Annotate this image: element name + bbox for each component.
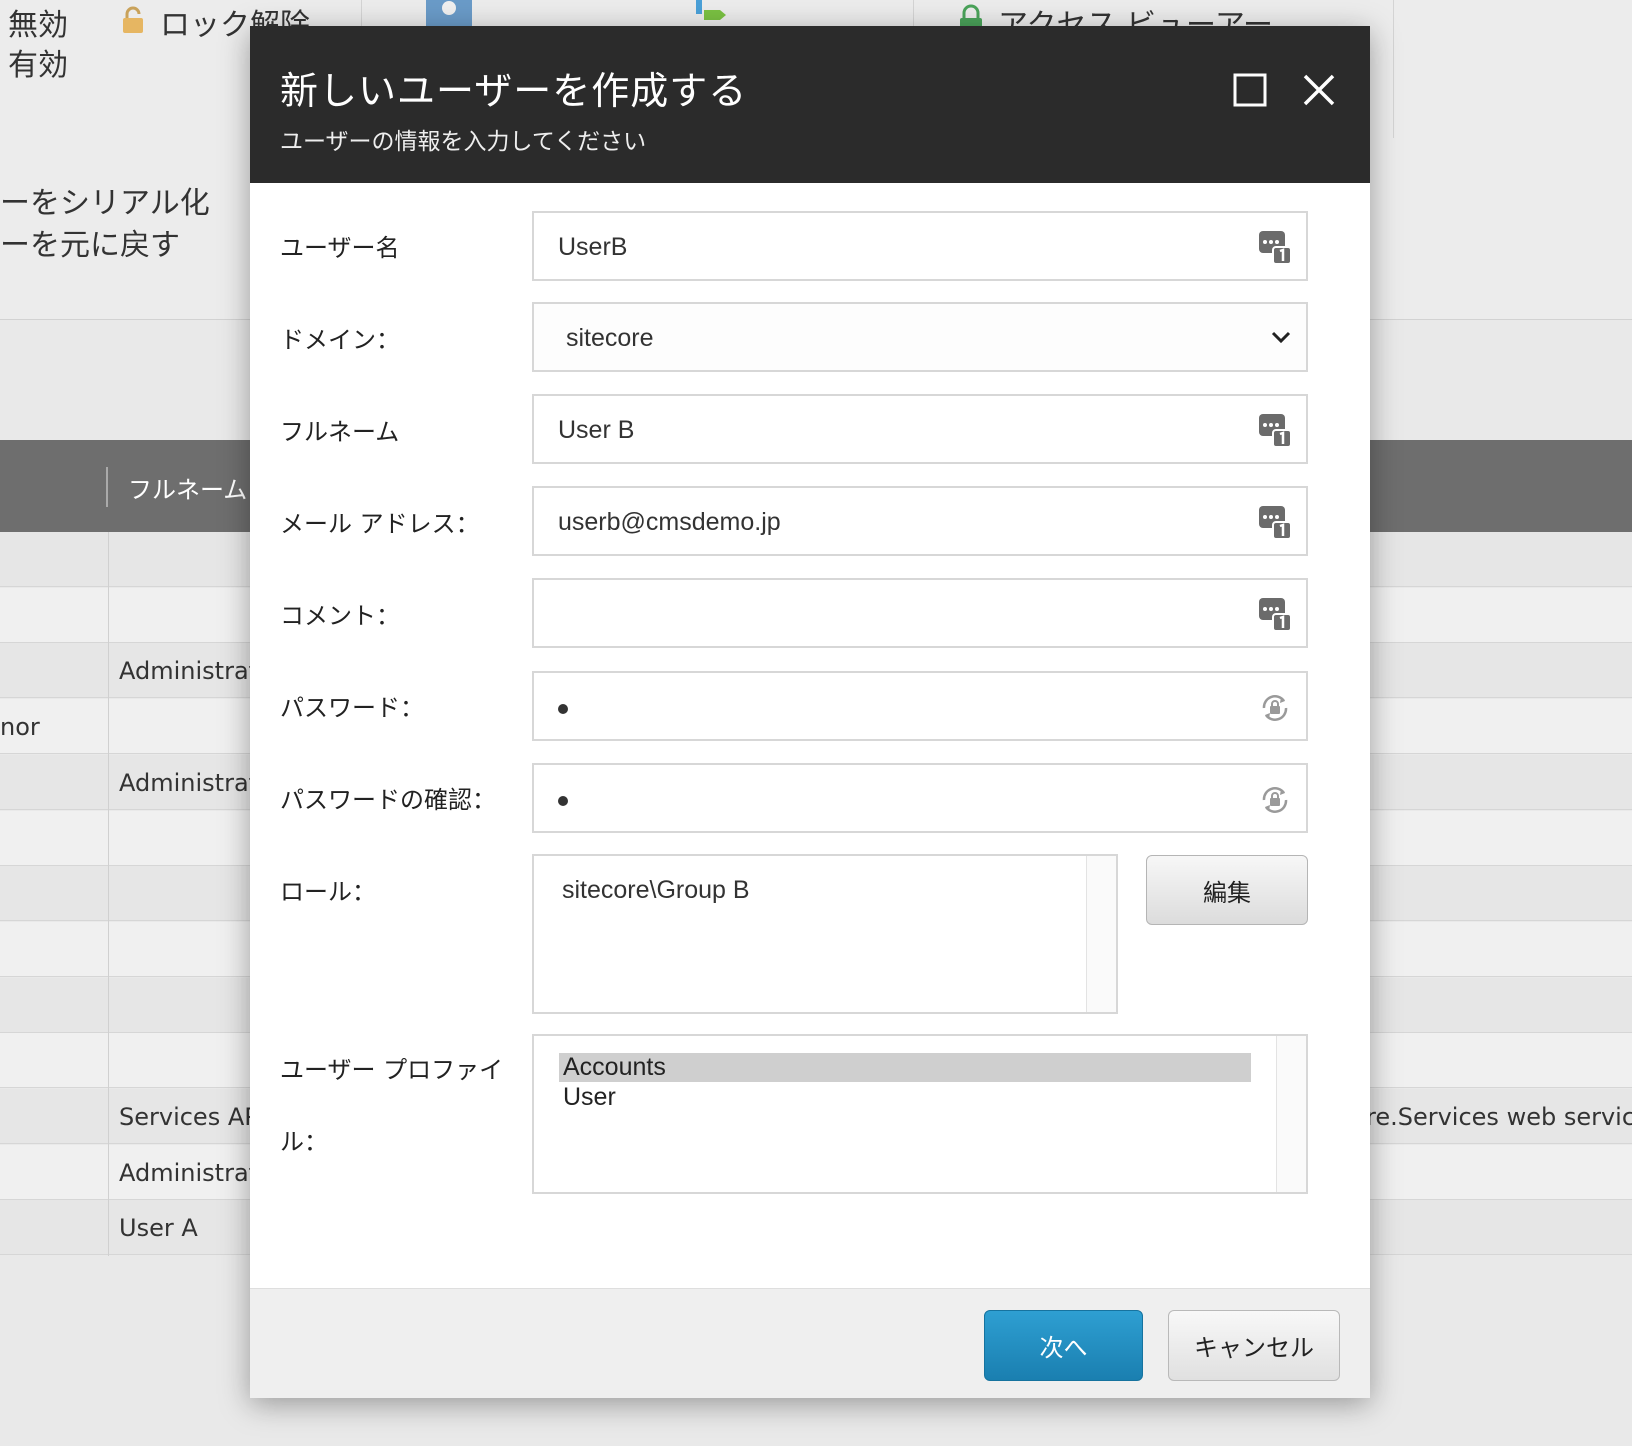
- role-manager-icon: [696, 0, 726, 20]
- domain-value: sitecore: [566, 324, 654, 352]
- maximize-button[interactable]: [1224, 64, 1276, 116]
- column-header-fullname[interactable]: フルネーム: [128, 470, 247, 505]
- edit-roles-button[interactable]: 編集: [1146, 855, 1308, 925]
- user-profile-list[interactable]: Accounts User: [532, 1034, 1308, 1194]
- password-mask: [558, 704, 568, 714]
- email-label: メール アドレス：: [280, 510, 480, 538]
- input-assist-icon[interactable]: [1258, 504, 1292, 540]
- comment-field[interactable]: [532, 578, 1308, 648]
- create-user-dialog: 新しいユーザーを作成する ユーザーの情報を入力してください ユーザー名 User…: [250, 26, 1370, 1398]
- password-generate-icon[interactable]: [1258, 782, 1292, 818]
- roles-list[interactable]: sitecore\Group B: [532, 854, 1118, 1014]
- maximize-icon: [1233, 73, 1267, 107]
- table-cell: nor: [0, 713, 40, 742]
- profile-label-line2: ル：: [280, 1128, 328, 1156]
- email-value: userb@cmsdemo.jp: [558, 508, 781, 536]
- password-confirm-field[interactable]: [532, 763, 1308, 833]
- fullname-label: フルネーム: [280, 418, 400, 446]
- domain-label: ドメイン：: [280, 326, 400, 354]
- user-icon: [426, 0, 472, 28]
- table-cell-description: re.Services web service A: [1366, 1103, 1632, 1131]
- profile-scrollbar[interactable]: [1276, 1036, 1306, 1192]
- profile-option-user[interactable]: User: [559, 1083, 1251, 1112]
- ribbon-enable-button[interactable]: 有効: [8, 40, 68, 84]
- domain-select[interactable]: sitecore: [532, 302, 1308, 372]
- input-assist-icon[interactable]: [1258, 229, 1292, 265]
- role-item[interactable]: sitecore\Group B: [562, 876, 750, 905]
- table-cell-fullname: Services API: [119, 1103, 266, 1131]
- dialog-title: 新しいユーザーを作成する: [280, 69, 748, 113]
- fullname-value: User B: [558, 416, 635, 444]
- username-value: UserB: [558, 233, 628, 261]
- password-generate-icon[interactable]: [1258, 690, 1292, 726]
- input-assist-icon[interactable]: [1258, 412, 1292, 448]
- dialog-subtitle: ユーザーの情報を入力してください: [280, 129, 647, 155]
- ribbon-disable-button[interactable]: 無効: [8, 0, 68, 44]
- password-confirm-label: パスワードの確認：: [280, 786, 496, 814]
- roles-scrollbar[interactable]: [1086, 856, 1116, 1012]
- password-label: パスワード：: [280, 694, 424, 722]
- chevron-down-icon: [1271, 331, 1291, 344]
- dialog-header: 新しいユーザーを作成する ユーザーの情報を入力してください: [250, 26, 1370, 183]
- username-label: ユーザー名: [280, 234, 400, 262]
- input-assist-icon[interactable]: [1258, 596, 1292, 632]
- profile-option-accounts[interactable]: Accounts: [559, 1053, 1251, 1082]
- username-field[interactable]: UserB: [532, 211, 1308, 281]
- profile-label-line1: ユーザー プロファイ: [280, 1056, 504, 1084]
- close-button[interactable]: [1293, 64, 1345, 116]
- password-confirm-mask: [558, 796, 568, 806]
- cancel-button[interactable]: キャンセル: [1168, 1310, 1340, 1381]
- roles-label: ロール：: [280, 878, 376, 906]
- unlock-icon: [123, 6, 143, 33]
- table-cell-fullname: User A: [119, 1214, 198, 1243]
- comment-label: コメント：: [280, 602, 400, 630]
- email-field[interactable]: userb@cmsdemo.jp: [532, 486, 1308, 556]
- ribbon-revert-button[interactable]: ーを元に戻す: [0, 220, 180, 264]
- next-button[interactable]: 次へ: [984, 1310, 1143, 1381]
- dialog-footer: 次へ キャンセル: [250, 1288, 1370, 1398]
- close-icon: [1303, 74, 1335, 106]
- ribbon-serialize-button[interactable]: ーをシリアル化: [0, 178, 210, 222]
- password-field[interactable]: [532, 671, 1308, 741]
- fullname-field[interactable]: User B: [532, 394, 1308, 464]
